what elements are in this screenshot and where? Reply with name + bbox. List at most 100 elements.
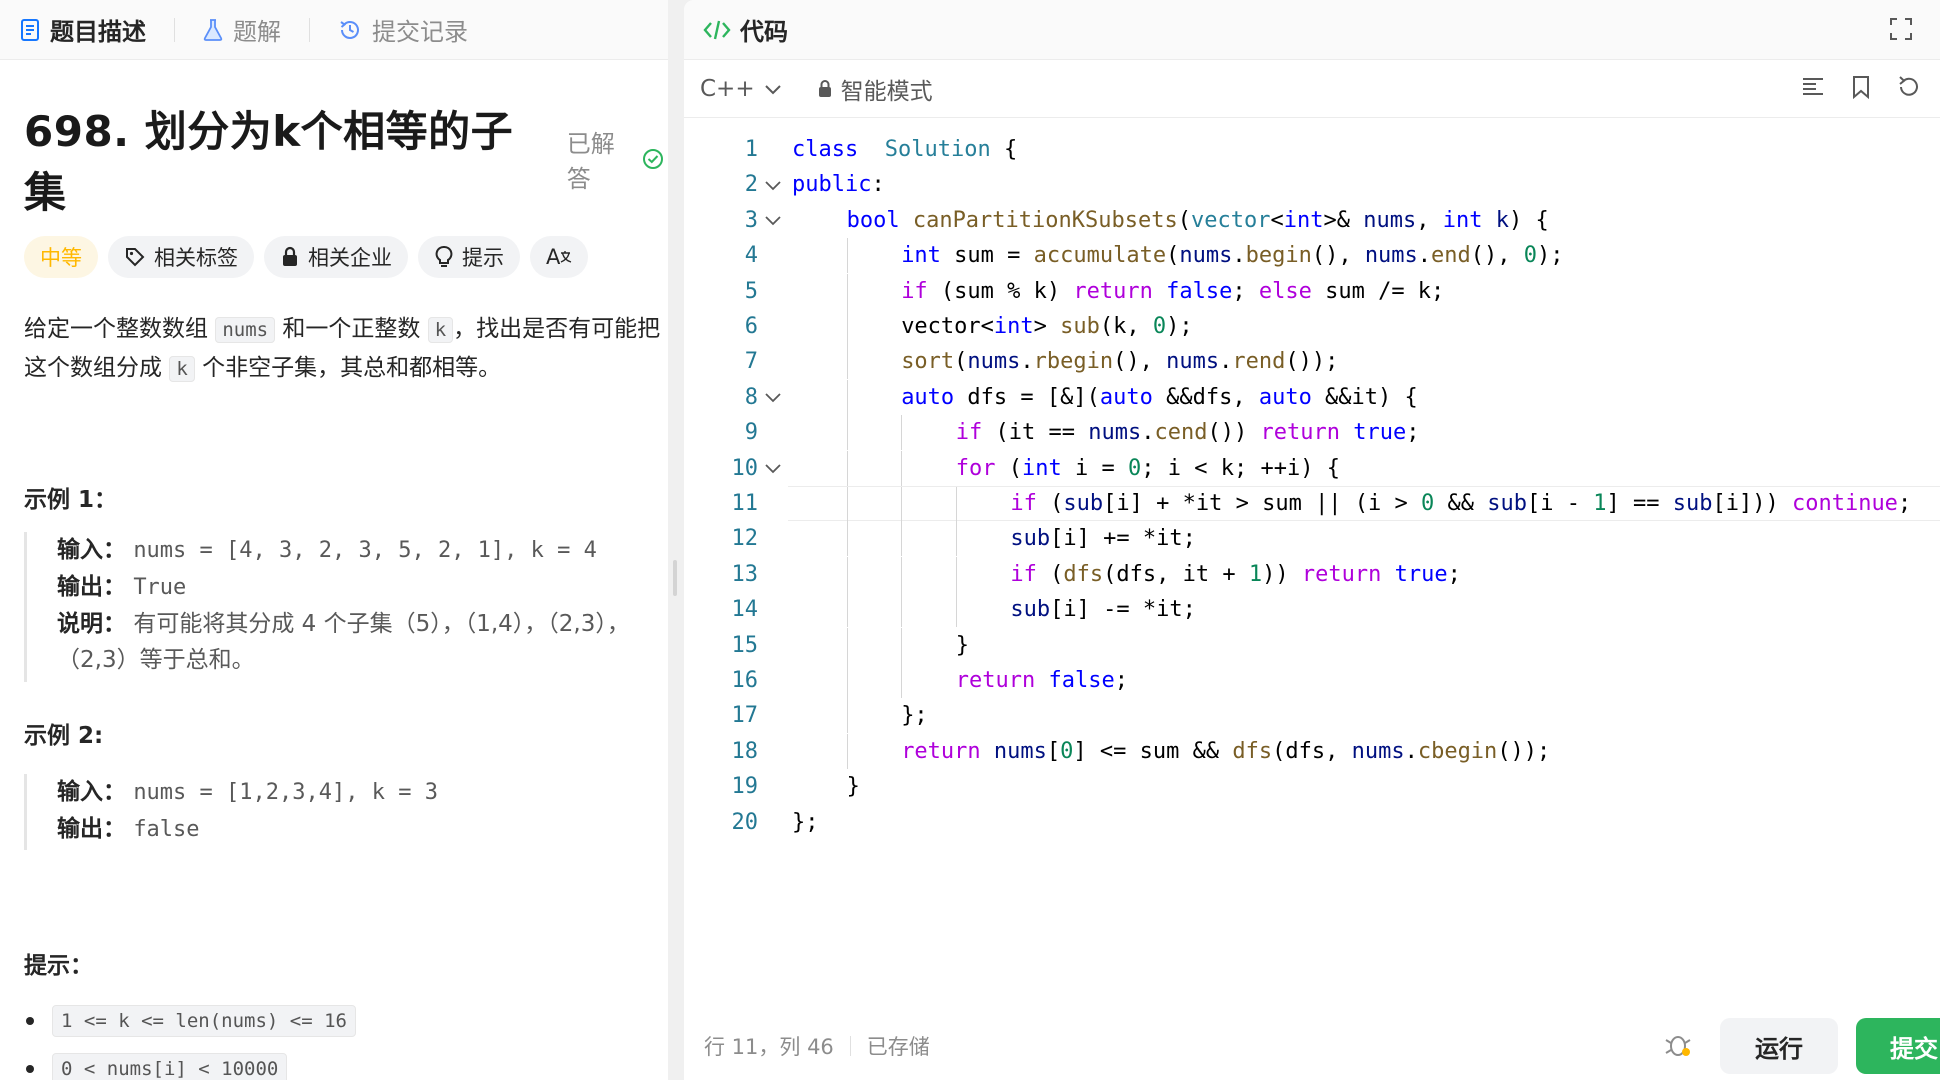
tab-submissions-label: 提交记录 [372, 18, 468, 46]
code-line[interactable]: 2 public: [684, 167, 1940, 202]
code-text: }; [788, 698, 1940, 734]
example2-input-value: nums = [1,2,3,4], k = 3 [133, 780, 438, 805]
code-line[interactable]: 1 class Solution { [684, 132, 1940, 167]
translate-button[interactable]: A [530, 236, 589, 278]
code-token: . [1020, 349, 1034, 375]
code-token: > [1033, 314, 1061, 339]
description-text: 个非空子集，其总和都相等。 [194, 355, 502, 381]
code-token: continue [1791, 491, 1898, 516]
list-item: 0 < nums[i] < 10000 [24, 1053, 664, 1080]
code-token: ( [1166, 243, 1180, 269]
code-line[interactable]: 7 sort(nums. rbegin (), nums. rend ()); [684, 344, 1940, 380]
tab-submissions[interactable]: 提交记录 [338, 12, 468, 47]
smart-mode-label: 智能模式 [840, 78, 933, 105]
lock-icon [280, 246, 300, 268]
difficulty-badge: 中等 [24, 236, 98, 278]
hint-label: 提示 [462, 246, 504, 270]
code-text: for (int i = 0; i < k; ++i) { [788, 450, 1940, 486]
debug-icon[interactable] [1664, 1030, 1692, 1058]
fold-chevron-icon[interactable] [758, 214, 788, 226]
code-panel-title: 代码 [740, 18, 788, 46]
code-panel: 代码 C++ 智能模式 1 class Solution {2 public … [684, 0, 1940, 1080]
code-line[interactable]: 15} [684, 627, 1940, 663]
line-number: 9 [744, 420, 758, 446]
code-token: return [1073, 278, 1153, 304]
indent-guide [901, 663, 903, 698]
related-companies-button[interactable]: 相关企业 [264, 236, 408, 278]
language-select[interactable]: C++ [700, 76, 783, 102]
problem-panel: 题目描述 题解 提交记录 698. 划分为k个相等的子集 已解答 中等 相关标签… [0, 0, 668, 1080]
code-token: true [1353, 420, 1407, 446]
example1-heading: 示例 1： [24, 487, 118, 513]
code-token: else [1258, 278, 1312, 304]
code-line[interactable]: 3 bool canPartitionKSubsets(vector < int >& … [684, 203, 1940, 238]
indent-guide [846, 733, 848, 769]
code-token: nums [1364, 243, 1418, 269]
code-token: if [1010, 491, 1037, 516]
code-token: [ [1046, 738, 1061, 764]
code-line[interactable]: 8 auto dfs = [&](auto &&dfs, auto &&it) { [684, 379, 1940, 415]
list-item: 1 <= k <= len(nums) <= 16 [24, 1005, 664, 1037]
code-line[interactable]: 4 int sum = accumulate(nums. begin (), nums… [684, 238, 1940, 274]
code-token: >& [1323, 207, 1364, 233]
code-token: dfs [1063, 561, 1104, 587]
drag-handle[interactable] [673, 560, 677, 596]
code-line[interactable]: 14 sub [i] -= *it; [684, 592, 1940, 628]
example2-output-label: 输出： [57, 816, 126, 842]
code-text: class Solution { [788, 132, 1940, 167]
bullet-dot [26, 1017, 34, 1025]
fold-chevron-icon[interactable] [758, 391, 788, 403]
tab-description[interactable]: 题目描述 [20, 12, 146, 47]
code-line[interactable]: 19} [684, 769, 1940, 804]
format-align-icon[interactable] [1800, 74, 1826, 100]
fold-chevron-icon[interactable] [758, 462, 788, 474]
code-token: int [993, 314, 1034, 339]
code-line[interactable]: 12 sub [i] += *it; [684, 521, 1940, 557]
code-token: public [792, 172, 872, 198]
code-token: rend [1232, 349, 1286, 375]
smart-mode-toggle[interactable]: 智能模式 [817, 72, 933, 106]
code-token: [i] + *it > sum || (i > [1103, 491, 1422, 516]
code-line[interactable]: 9 if (it == nums. cend()) return true; [684, 415, 1940, 451]
code-token: end [1431, 243, 1471, 269]
code-token: cbegin [1417, 738, 1498, 764]
code-token: nums [1166, 349, 1220, 375]
code-line[interactable]: 18 return nums[0] <= sum && dfs (dfs, nums… [684, 733, 1940, 769]
panel-resize-handle[interactable] [668, 0, 684, 1080]
editor-toolbar: C++ 智能模式 [684, 60, 1940, 118]
code-token: begin [1245, 243, 1312, 269]
example2-heading: 示例 2: [24, 723, 104, 749]
code-token: ( [1036, 561, 1064, 587]
code-text: } [788, 769, 1940, 804]
code-line[interactable]: 6 vector< int > sub (k, 0); [684, 309, 1940, 344]
code-line[interactable]: 13 if (dfs (dfs, it + 1)) return true; [684, 556, 1940, 592]
code-token: return [1301, 561, 1382, 587]
solved-status-label: 已解答 [566, 130, 615, 193]
submit-button[interactable]: 提交 [1856, 1018, 1940, 1074]
hint-button[interactable]: 提示 [418, 236, 520, 278]
code-line[interactable]: 16 return false; [684, 663, 1940, 698]
indent-guide [846, 556, 848, 592]
related-tags-button[interactable]: 相关标签 [108, 236, 254, 278]
fold-chevron-icon[interactable] [758, 179, 788, 191]
fullscreen-icon[interactable] [1888, 16, 1914, 42]
code-token: i = [1061, 455, 1129, 481]
bookmark-icon[interactable] [1848, 74, 1874, 100]
code-token: [i] += *it; [1050, 526, 1196, 552]
code-token: sub [1010, 526, 1051, 552]
code-editor[interactable]: 1 class Solution {2 public:3 bool canPartit… [684, 132, 1940, 1012]
code-token: ) { [1508, 207, 1549, 233]
code-line[interactable]: 10 for (int i = 0; i < k; ++i) { [684, 450, 1940, 486]
code-line[interactable]: 11 if (sub [i] + *it > sum || (i > 0 && su… [684, 486, 1940, 522]
reset-icon[interactable] [1896, 74, 1922, 100]
tab-solutions[interactable]: 题解 [203, 12, 281, 47]
code-line[interactable]: 20}; [684, 805, 1940, 840]
run-button[interactable]: 运行 [1720, 1018, 1838, 1074]
code-text: if (it == nums. cend()) return true; [788, 415, 1940, 451]
code-line[interactable]: 5 if (sum % k) return false; else sum /= … [684, 273, 1940, 309]
code-line[interactable]: 17}; [684, 698, 1940, 734]
code-token: ] <= sum && [1073, 738, 1233, 764]
status-separator [849, 1036, 851, 1056]
